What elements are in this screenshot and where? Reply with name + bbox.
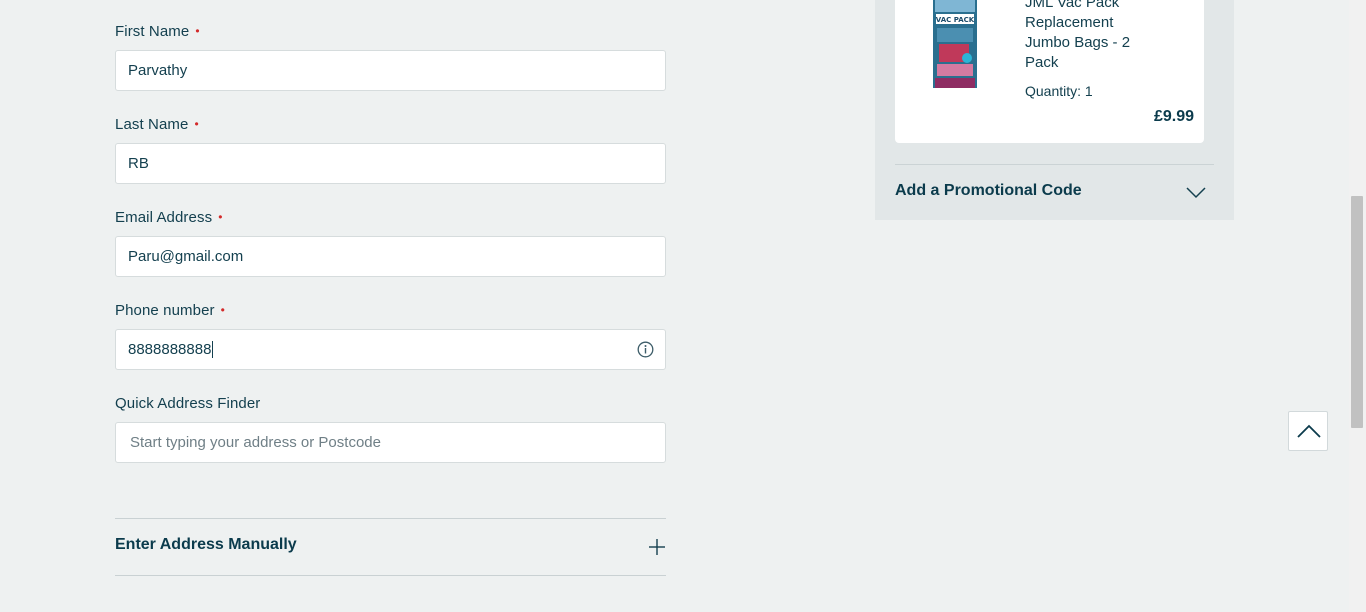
promo-code-toggle[interactable]: Add a Promotional Code	[895, 164, 1214, 221]
required-indicator: •	[195, 24, 200, 38]
required-indicator: •	[194, 117, 199, 131]
product-quantity: Quantity: 1	[1025, 83, 1093, 99]
phone-label: Phone number •	[115, 302, 225, 319]
last-name-group: Last Name • RB	[115, 115, 666, 184]
plus-icon	[649, 539, 665, 555]
required-indicator: •	[220, 303, 225, 317]
checkout-page: First Name • Parvathy Last Name • RB Email…	[0, 0, 1366, 612]
address-finder-label: Quick Address Finder	[115, 395, 261, 412]
text-caret	[212, 340, 214, 358]
email-input[interactable]: Paru@gmail.com	[115, 236, 666, 277]
scrollbar-thumb[interactable]	[1351, 196, 1363, 428]
required-indicator: •	[218, 210, 223, 224]
chevron-down-icon	[1186, 187, 1206, 199]
basket-item-card: VAC PACK JML Vac Pack Replacement Jumbo …	[895, 0, 1204, 143]
enter-address-manually-label: Enter Address Manually	[115, 536, 297, 553]
first-name-label: First Name •	[115, 23, 200, 40]
first-name-group: First Name • Parvathy	[115, 22, 666, 91]
last-name-label: Last Name •	[115, 116, 199, 133]
address-finder-input[interactable]: Start typing your address or Postcode	[115, 422, 666, 463]
email-group: Email Address • Paru@gmail.com	[115, 208, 666, 277]
promo-code-label: Add a Promotional Code	[895, 182, 1082, 199]
phone-group: Phone number • 8888888888	[115, 301, 666, 370]
product-title[interactable]: JML Vac Pack Replacement Jumbo Bags - 2 …	[1025, 0, 1155, 73]
back-to-top-button[interactable]	[1288, 411, 1328, 451]
first-name-input[interactable]: Parvathy	[115, 50, 666, 91]
email-label: Email Address •	[115, 209, 223, 226]
order-summary-panel: VAC PACK JML Vac Pack Replacement Jumbo …	[875, 0, 1234, 220]
vac-pack-product-image[interactable]: VAC PACK	[933, 0, 977, 88]
address-finder-group: Quick Address Finder Start typing your a…	[115, 394, 666, 463]
info-icon[interactable]	[637, 341, 654, 358]
svg-text:VAC PACK: VAC PACK	[936, 16, 975, 24]
product-price: £9.99	[1153, 108, 1194, 125]
chevron-up-icon	[1297, 424, 1321, 438]
phone-input[interactable]: 8888888888	[115, 329, 666, 370]
page-scrollbar[interactable]	[1349, 0, 1366, 612]
last-name-input[interactable]: RB	[115, 143, 666, 184]
enter-address-manually-toggle[interactable]: Enter Address Manually	[115, 518, 666, 576]
